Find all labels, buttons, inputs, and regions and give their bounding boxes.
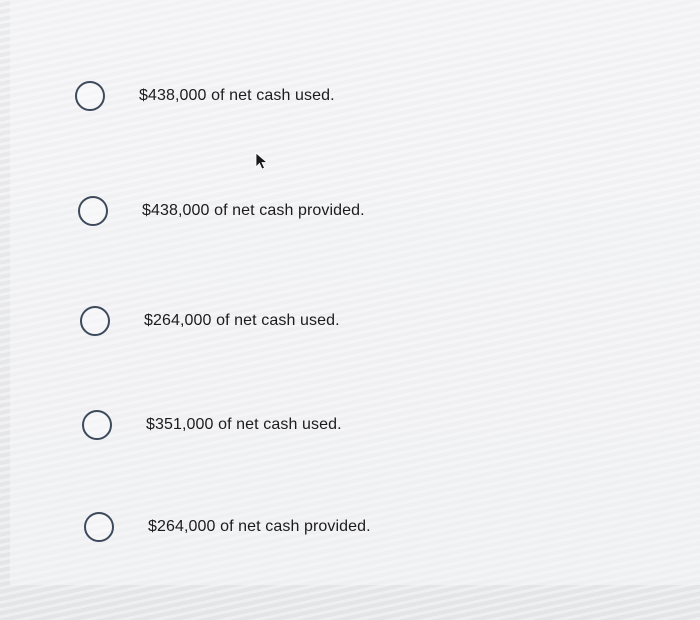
radio-button-icon[interactable] [78,196,108,226]
mouse-pointer-icon [255,152,269,170]
answer-option-1[interactable]: $438,000 of net cash used. [75,76,335,116]
radio-button-icon[interactable] [75,81,105,111]
radio-button-icon[interactable] [82,410,112,440]
answer-panel: $438,000 of net cash used. $438,000 of n… [10,0,700,585]
radio-button-icon[interactable] [80,306,110,336]
answer-option-3[interactable]: $264,000 of net cash used. [80,301,340,341]
answer-option-label: $264,000 of net cash used. [144,312,340,329]
screen-background: $438,000 of net cash used. $438,000 of n… [0,0,700,620]
answer-option-5[interactable]: $264,000 of net cash provided. [84,507,371,547]
answer-option-label: $264,000 of net cash provided. [148,518,371,535]
answer-option-2[interactable]: $438,000 of net cash provided. [78,191,365,231]
answer-option-label: $351,000 of net cash used. [146,416,342,433]
radio-button-icon[interactable] [84,512,114,542]
answer-option-label: $438,000 of net cash used. [139,87,335,104]
answer-option-4[interactable]: $351,000 of net cash used. [82,405,342,445]
answer-option-label: $438,000 of net cash provided. [142,202,365,219]
